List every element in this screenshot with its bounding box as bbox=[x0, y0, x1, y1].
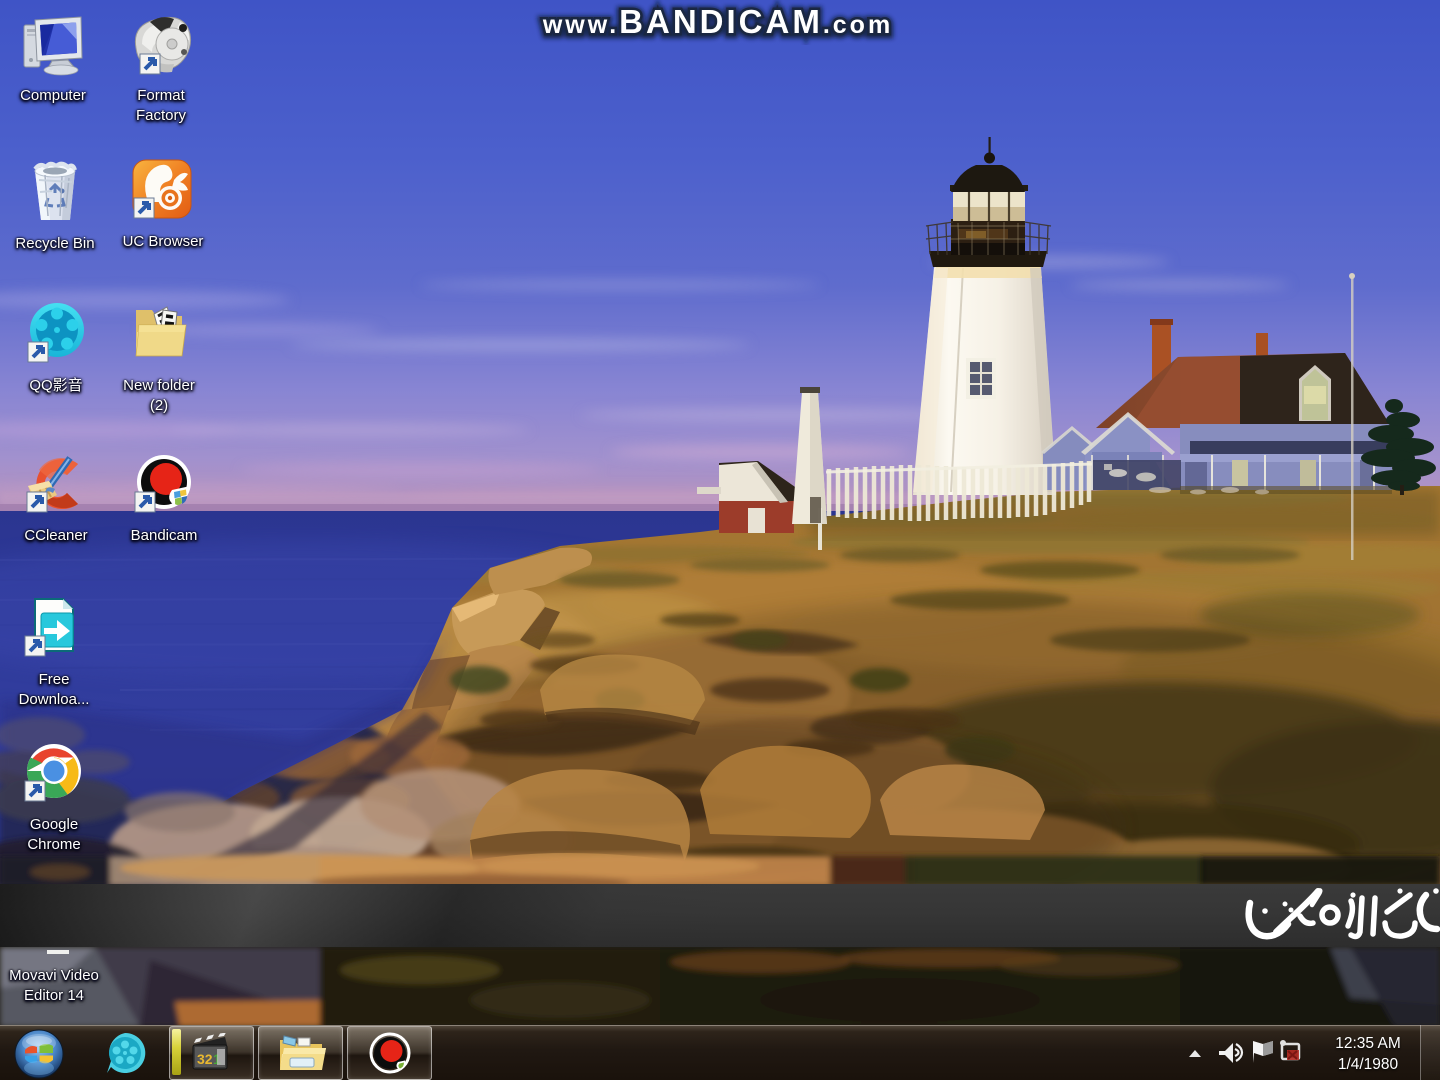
svg-text:www.BANDICAM.com: www.BANDICAM.com bbox=[542, 3, 893, 40]
svg-text:32: 32 bbox=[197, 1051, 213, 1067]
